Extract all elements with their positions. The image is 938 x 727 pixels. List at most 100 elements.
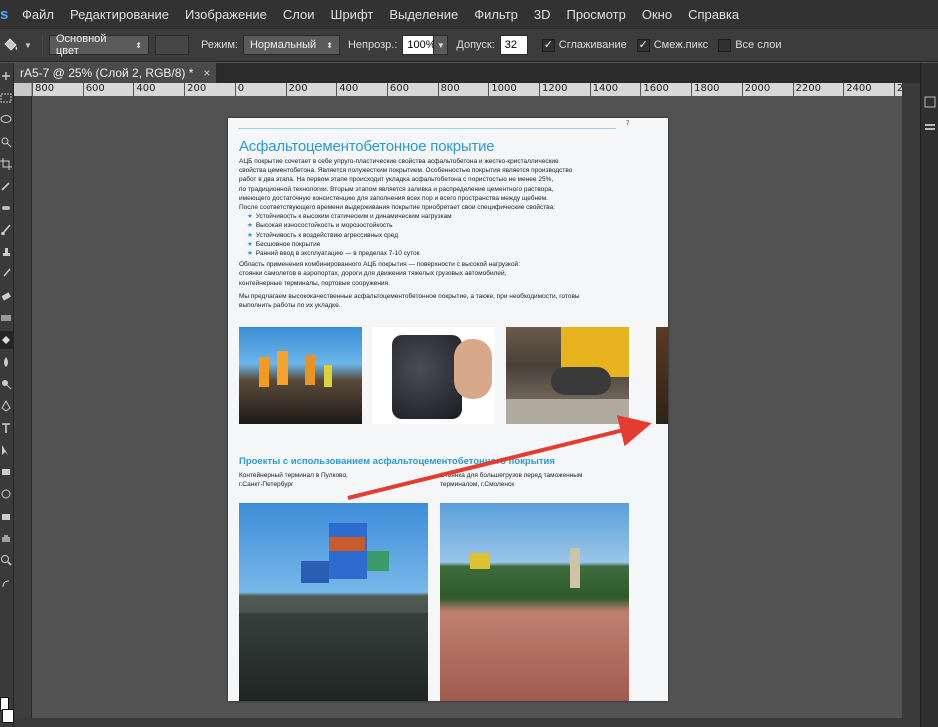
mode-dropdown[interactable]: Нормальный ⬍ [242, 35, 340, 55]
antialias-label: Сглаживание [558, 39, 627, 51]
healing-brush-tool-icon[interactable] [0, 199, 14, 217]
tools-panel [0, 63, 14, 727]
ruler-tick [843, 83, 845, 96]
ruler-label: 600 [389, 83, 409, 94]
ruler-label: 200 [187, 83, 207, 94]
all-layers-checkbox[interactable] [718, 38, 732, 52]
quick-select-tool-icon[interactable] [0, 133, 14, 151]
pen-tool-icon[interactable] [0, 397, 14, 415]
paint-bucket-tool-icon[interactable] [0, 331, 14, 349]
opacity-slider-toggle[interactable]: ▼ [434, 35, 449, 55]
menu-bar: s Файл Редактирование Изображение Слои Ш… [0, 0, 938, 28]
menu-view[interactable]: Просмотр [559, 7, 634, 22]
opacity-input[interactable]: 100% [402, 35, 436, 55]
menu-edit[interactable]: Редактирование [62, 7, 177, 22]
ruler-tick [336, 83, 338, 96]
opacity-label: Непрозр.: [347, 39, 398, 51]
ruler-tick [589, 83, 591, 96]
document-tab-title: rA5-7 @ 25% (Слой 2, RGB/8) * [20, 66, 194, 80]
fill-source-dropdown[interactable]: Основной цвет ⬍ [49, 33, 149, 57]
blur-tool-icon[interactable] [0, 353, 14, 371]
ruler-label: 600 [85, 83, 105, 94]
status-bar [14, 718, 902, 727]
menu-file[interactable]: Файл [14, 7, 62, 22]
menu-type[interactable]: Шрифт [323, 7, 382, 22]
crop-tool-icon[interactable] [0, 155, 14, 173]
menu-layers[interactable]: Слои [275, 7, 323, 22]
ruler-label: 400 [136, 83, 156, 94]
move-tool-icon[interactable] [0, 67, 14, 85]
document-tab-bar: rA5-7 @ 25% (Слой 2, RGB/8) * × [14, 63, 920, 83]
ruler-label: 2200 [795, 83, 821, 94]
properties-panel-icon[interactable] [923, 121, 937, 135]
dodge-tool-icon[interactable] [0, 375, 14, 393]
gradient-tool-icon[interactable] [0, 309, 14, 327]
type-tool-icon[interactable] [0, 419, 14, 437]
ruler-label: 1600 [643, 83, 669, 94]
menu-window[interactable]: Окно [634, 7, 680, 22]
menu-3d[interactable]: 3D [526, 7, 559, 22]
ruler-label: 2000 [744, 83, 771, 94]
vertical-scrollbar[interactable] [902, 83, 920, 727]
ruler-label: 800 [35, 83, 55, 94]
eyedropper-tool-icon[interactable] [0, 177, 14, 195]
ruler-tick [539, 83, 540, 96]
mode-label: Режим: [201, 39, 238, 51]
3d-camera-tool-icon[interactable] [0, 507, 14, 525]
3d-rotate-tool-icon[interactable] [0, 485, 14, 503]
ruler-tick [82, 83, 84, 96]
close-icon[interactable]: × [203, 66, 210, 80]
ruler-tick [133, 83, 135, 96]
checkmark-icon: ✓ [638, 38, 648, 51]
options-bar: ▼ Основной цвет ⬍ Режим: Нормальный ⬍ Не… [0, 28, 938, 62]
canvas[interactable]: 7 Асфальтоцементобетонное покрытие АЦБ п… [32, 96, 902, 727]
path-selection-tool-icon[interactable] [0, 441, 14, 459]
ruler-origin[interactable] [14, 83, 32, 96]
pattern-picker[interactable] [155, 35, 189, 55]
antialias-checkbox[interactable]: ✓ [541, 38, 555, 52]
horizontal-ruler[interactable]: 800 600 400 200 0 200 400 600 800 1000 1200 1400 160… [32, 83, 902, 96]
mode-value: Нормальный [249, 39, 317, 51]
color-swatches[interactable] [0, 697, 14, 727]
contiguous-checkbox[interactable]: ✓ [636, 38, 650, 52]
eraser-tool-icon[interactable] [0, 287, 14, 305]
ruler-label: 1200 [542, 83, 568, 94]
ruler-tick [893, 83, 895, 96]
vertical-ruler[interactable] [14, 96, 32, 727]
menu-select[interactable]: Выделение [381, 7, 466, 22]
divider [42, 34, 43, 56]
ruler-tick [184, 83, 186, 96]
ruler-tick [386, 83, 388, 96]
photoshop-logo: s [0, 5, 9, 23]
ruler-label: 1400 [592, 83, 619, 94]
history-brush-tool-icon[interactable] [0, 265, 14, 283]
swap-colors-icon[interactable] [0, 575, 14, 593]
ruler-label: 0 [237, 83, 245, 94]
lasso-tool-icon[interactable] [0, 111, 14, 129]
tolerance-label: Допуск: [456, 39, 495, 51]
clone-stamp-tool-icon[interactable] [0, 243, 14, 261]
red-arrow-annotation [347, 415, 652, 500]
panel-dock [920, 63, 938, 727]
ruler-tick [234, 83, 236, 96]
tolerance-input[interactable]: 32 [499, 35, 528, 55]
menu-help[interactable]: Справка [680, 7, 747, 22]
ruler-label: 1800 [694, 83, 720, 94]
ruler-label: 800 [440, 83, 460, 94]
menu-image[interactable]: Изображение [177, 7, 275, 22]
ruler-label: 200 [288, 83, 308, 94]
rectangle-tool-icon[interactable] [0, 463, 14, 481]
marquee-tool-icon[interactable] [0, 89, 14, 107]
ruler-tick [32, 83, 33, 96]
brush-tool-icon[interactable] [0, 221, 14, 239]
tool-preset-picker[interactable]: ▼ [0, 32, 36, 58]
ruler-tick [792, 83, 794, 96]
hand-tool-icon[interactable] [0, 529, 14, 547]
ruler-tick [741, 83, 743, 96]
document-tab[interactable]: rA5-7 @ 25% (Слой 2, RGB/8) * × [14, 63, 218, 83]
history-panel-icon[interactable] [923, 95, 937, 109]
menu-filter[interactable]: Фильтр [466, 7, 526, 22]
background-color-swatch[interactable] [2, 709, 14, 723]
fill-source-value: Основной цвет [56, 33, 107, 57]
zoom-tool-icon[interactable] [0, 551, 14, 569]
